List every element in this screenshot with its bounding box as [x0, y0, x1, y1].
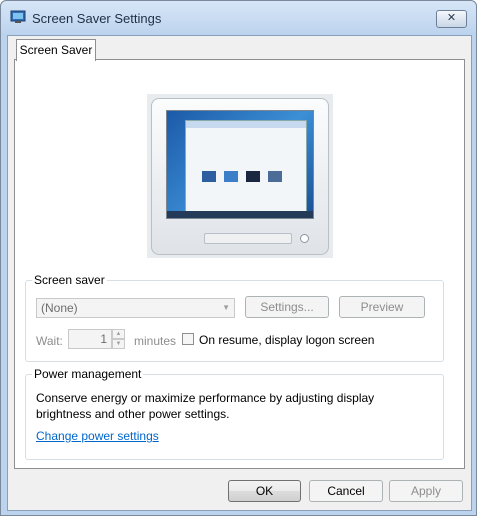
on-resume-label[interactable]: On resume, display logon screen	[199, 333, 374, 347]
change-power-settings-link[interactable]: Change power settings	[36, 429, 159, 443]
chevron-down-icon: ▼	[222, 303, 230, 312]
wait-spin-down-button[interactable]: ▼	[112, 339, 125, 349]
power-description: Conserve energy or maximize performance …	[36, 391, 375, 421]
wait-spin-up-button[interactable]: ▲	[112, 329, 125, 339]
screen-thumbnail-tile	[246, 171, 260, 182]
close-button[interactable]: ✕	[436, 10, 467, 28]
screen-taskbar	[167, 211, 313, 218]
settings-button[interactable]: Settings...	[245, 296, 329, 318]
apply-button[interactable]: Apply	[389, 480, 463, 502]
screen-saver-preview	[147, 94, 333, 258]
screen-saver-selected-value: (None)	[41, 301, 78, 315]
screen-saver-group: Screen saver (None) ▼ Settings... Previe…	[25, 273, 444, 362]
monitor-power-icon	[300, 234, 309, 243]
window-title: Screen Saver Settings	[32, 11, 162, 26]
minutes-label: minutes	[134, 334, 177, 348]
screen-thumbnail-tile	[224, 171, 238, 182]
screen-saver-group-label: Screen saver	[32, 273, 107, 287]
power-group-label: Power management	[32, 367, 144, 381]
app-icon	[10, 10, 26, 23]
screen-thumbnail-tile	[202, 171, 216, 182]
screen-thumbnail-window	[185, 120, 307, 212]
wait-label: Wait:	[36, 334, 63, 348]
dialog-client: Screen Saver Screen saver (None) ▼ Setti…	[7, 35, 472, 511]
monitor-screen	[166, 110, 314, 219]
close-icon: ✕	[446, 12, 457, 24]
cancel-button[interactable]: Cancel	[309, 480, 383, 502]
screen-thumbnail-tile	[268, 171, 282, 182]
title-bar[interactable]: Screen Saver Settings ✕	[1, 1, 476, 35]
screen-thumbnail-titlebar	[186, 121, 306, 128]
on-resume-checkbox[interactable]	[182, 333, 194, 345]
preview-button[interactable]: Preview	[339, 296, 425, 318]
screen-saver-select[interactable]: (None) ▼	[36, 298, 235, 318]
wait-minutes-input[interactable]: 1	[68, 329, 112, 349]
monitor-slot	[204, 233, 292, 244]
dialog-window: Screen Saver Settings ✕ Screen Saver Scr…	[0, 0, 477, 516]
power-management-group: Power management Conserve energy or maxi…	[25, 367, 444, 460]
tab-panel: Screen saver (None) ▼ Settings... Previe…	[14, 59, 465, 469]
tab-screen-saver[interactable]: Screen Saver	[16, 39, 96, 61]
ok-button[interactable]: OK	[228, 480, 301, 502]
monitor-graphic	[151, 98, 329, 255]
